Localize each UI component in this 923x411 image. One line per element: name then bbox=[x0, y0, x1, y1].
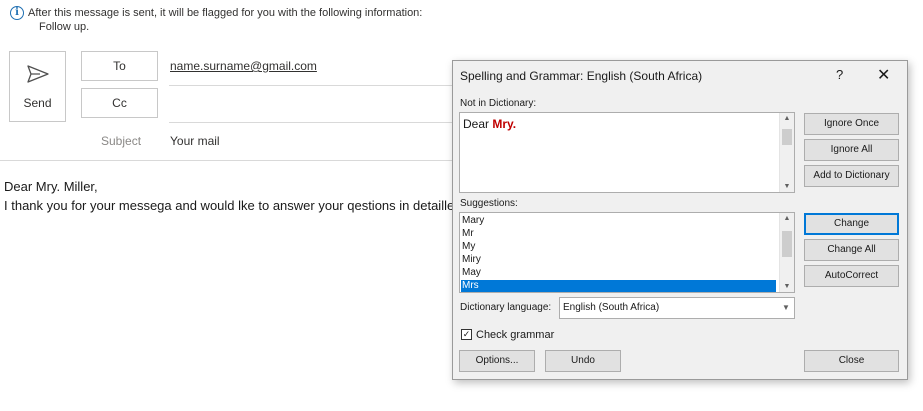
undo-button[interactable]: Undo bbox=[545, 350, 621, 372]
subject-input[interactable]: Your mail bbox=[170, 134, 220, 148]
to-field-divider bbox=[169, 85, 459, 86]
not-in-dictionary-label: Not in Dictionary: bbox=[460, 98, 537, 109]
to-button[interactable]: To bbox=[81, 51, 158, 81]
scroll-up-arrow-icon[interactable]: ▲ bbox=[780, 115, 794, 122]
autocorrect-button[interactable]: AutoCorrect bbox=[804, 265, 899, 287]
change-all-button[interactable]: Change All bbox=[804, 239, 899, 261]
suggestion-item[interactable]: My bbox=[461, 241, 776, 253]
dictionary-language-label: Dictionary language: bbox=[460, 302, 552, 313]
spelling-grammar-dialog: Spelling and Grammar: English (South Afr… bbox=[452, 60, 908, 380]
send-icon bbox=[27, 65, 49, 83]
close-icon[interactable]: ✕ bbox=[877, 65, 890, 85]
message-body-line-1[interactable]: Dear Mry. Miller, bbox=[4, 179, 98, 194]
suggestions-scrollbar[interactable]: ▲ ▼ bbox=[779, 213, 794, 292]
dictionary-language-select[interactable]: English (South Africa) ▼ bbox=[559, 297, 795, 319]
dialog-title: Spelling and Grammar: English (South Afr… bbox=[460, 69, 703, 83]
send-button[interactable]: Send bbox=[9, 51, 66, 122]
close-button[interactable]: Close bbox=[804, 350, 899, 372]
scroll-thumb[interactable] bbox=[782, 231, 792, 257]
ignore-once-button[interactable]: Ignore Once bbox=[804, 113, 899, 135]
flag-info-detail: Follow up. bbox=[39, 21, 90, 33]
suggestion-item[interactable]: May bbox=[461, 267, 776, 279]
misspelled-word: Mry. bbox=[492, 117, 517, 131]
options-button[interactable]: Options... bbox=[459, 350, 535, 372]
dictionary-language-value: English (South Africa) bbox=[563, 302, 660, 313]
suggestion-item-selected[interactable]: Mrs bbox=[461, 280, 776, 292]
scroll-down-arrow-icon[interactable]: ▼ bbox=[780, 283, 794, 290]
to-recipient[interactable]: name.surname@gmail.com bbox=[170, 59, 317, 73]
scroll-up-arrow-icon[interactable]: ▲ bbox=[780, 215, 794, 222]
suggestion-item[interactable]: Mary bbox=[461, 215, 776, 227]
ignore-all-button[interactable]: Ignore All bbox=[804, 139, 899, 161]
not-in-dictionary-scrollbar[interactable]: ▲ ▼ bbox=[779, 113, 794, 192]
message-body-line-2[interactable]: I thank you for your messega and would l… bbox=[4, 198, 454, 213]
info-icon: i bbox=[10, 6, 24, 20]
check-grammar-label: Check grammar bbox=[476, 329, 555, 341]
send-label: Send bbox=[23, 96, 52, 110]
chevron-down-icon[interactable]: ▼ bbox=[778, 298, 794, 318]
suggestions-label: Suggestions: bbox=[460, 198, 518, 209]
flag-info-message: After this message is sent, it will be f… bbox=[28, 7, 423, 19]
scroll-thumb[interactable] bbox=[782, 129, 792, 145]
check-grammar-checkbox[interactable]: ✓ bbox=[461, 329, 472, 340]
suggestion-item[interactable]: Mr bbox=[461, 228, 776, 240]
suggestions-list[interactable]: Mary Mr My Miry May Mrs ▲ ▼ bbox=[459, 212, 795, 293]
add-to-dictionary-button[interactable]: Add to Dictionary bbox=[804, 165, 899, 187]
cc-field-divider bbox=[169, 122, 459, 123]
scroll-down-arrow-icon[interactable]: ▼ bbox=[780, 183, 794, 190]
cc-button[interactable]: Cc bbox=[81, 88, 158, 118]
help-icon[interactable]: ? bbox=[836, 67, 843, 82]
suggestion-item[interactable]: Miry bbox=[461, 254, 776, 266]
subject-label: Subject bbox=[101, 134, 142, 148]
sentence-context: Dear bbox=[463, 117, 493, 131]
change-button[interactable]: Change bbox=[804, 213, 899, 235]
subject-divider bbox=[0, 160, 459, 161]
not-in-dictionary-box[interactable]: Dear Mry. ▲ ▼ bbox=[459, 112, 795, 193]
